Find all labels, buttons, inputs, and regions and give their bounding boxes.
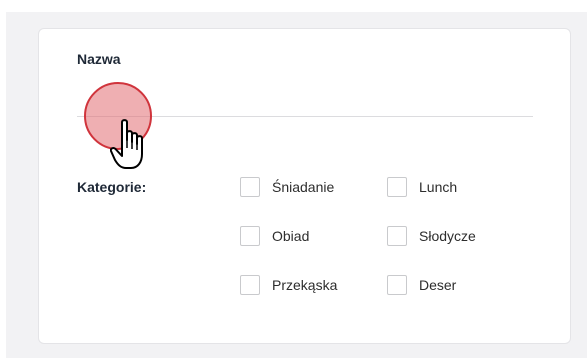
categories-label: Kategorie:	[77, 179, 147, 195]
category-label: Deser	[419, 277, 457, 293]
category-option-sniadanie[interactable]: Śniadanie	[240, 177, 334, 197]
category-option-obiad[interactable]: Obiad	[240, 226, 309, 246]
name-field-label: Nazwa	[77, 51, 121, 67]
category-checkbox[interactable]	[387, 177, 407, 197]
category-option-slodycze[interactable]: Słodycze	[387, 226, 476, 246]
category-label: Obiad	[272, 228, 310, 244]
category-option-deser[interactable]: Deser	[387, 275, 456, 295]
category-label: Lunch	[419, 179, 458, 195]
hand-pointer-icon	[110, 119, 143, 169]
recipe-form-card: Nazwa Kategorie: Śniadanie Lunch Obiad S…	[38, 28, 571, 344]
category-label: Śniadanie	[272, 179, 335, 195]
category-checkbox[interactable]	[240, 177, 260, 197]
category-label: Przekąska	[272, 277, 338, 293]
category-option-przekaska[interactable]: Przekąska	[240, 275, 337, 295]
category-label: Słodycze	[419, 228, 476, 244]
category-option-lunch[interactable]: Lunch	[387, 177, 457, 197]
category-checkbox[interactable]	[387, 275, 407, 295]
category-checkbox[interactable]	[240, 226, 260, 246]
category-checkbox[interactable]	[240, 275, 260, 295]
category-checkbox[interactable]	[387, 226, 407, 246]
